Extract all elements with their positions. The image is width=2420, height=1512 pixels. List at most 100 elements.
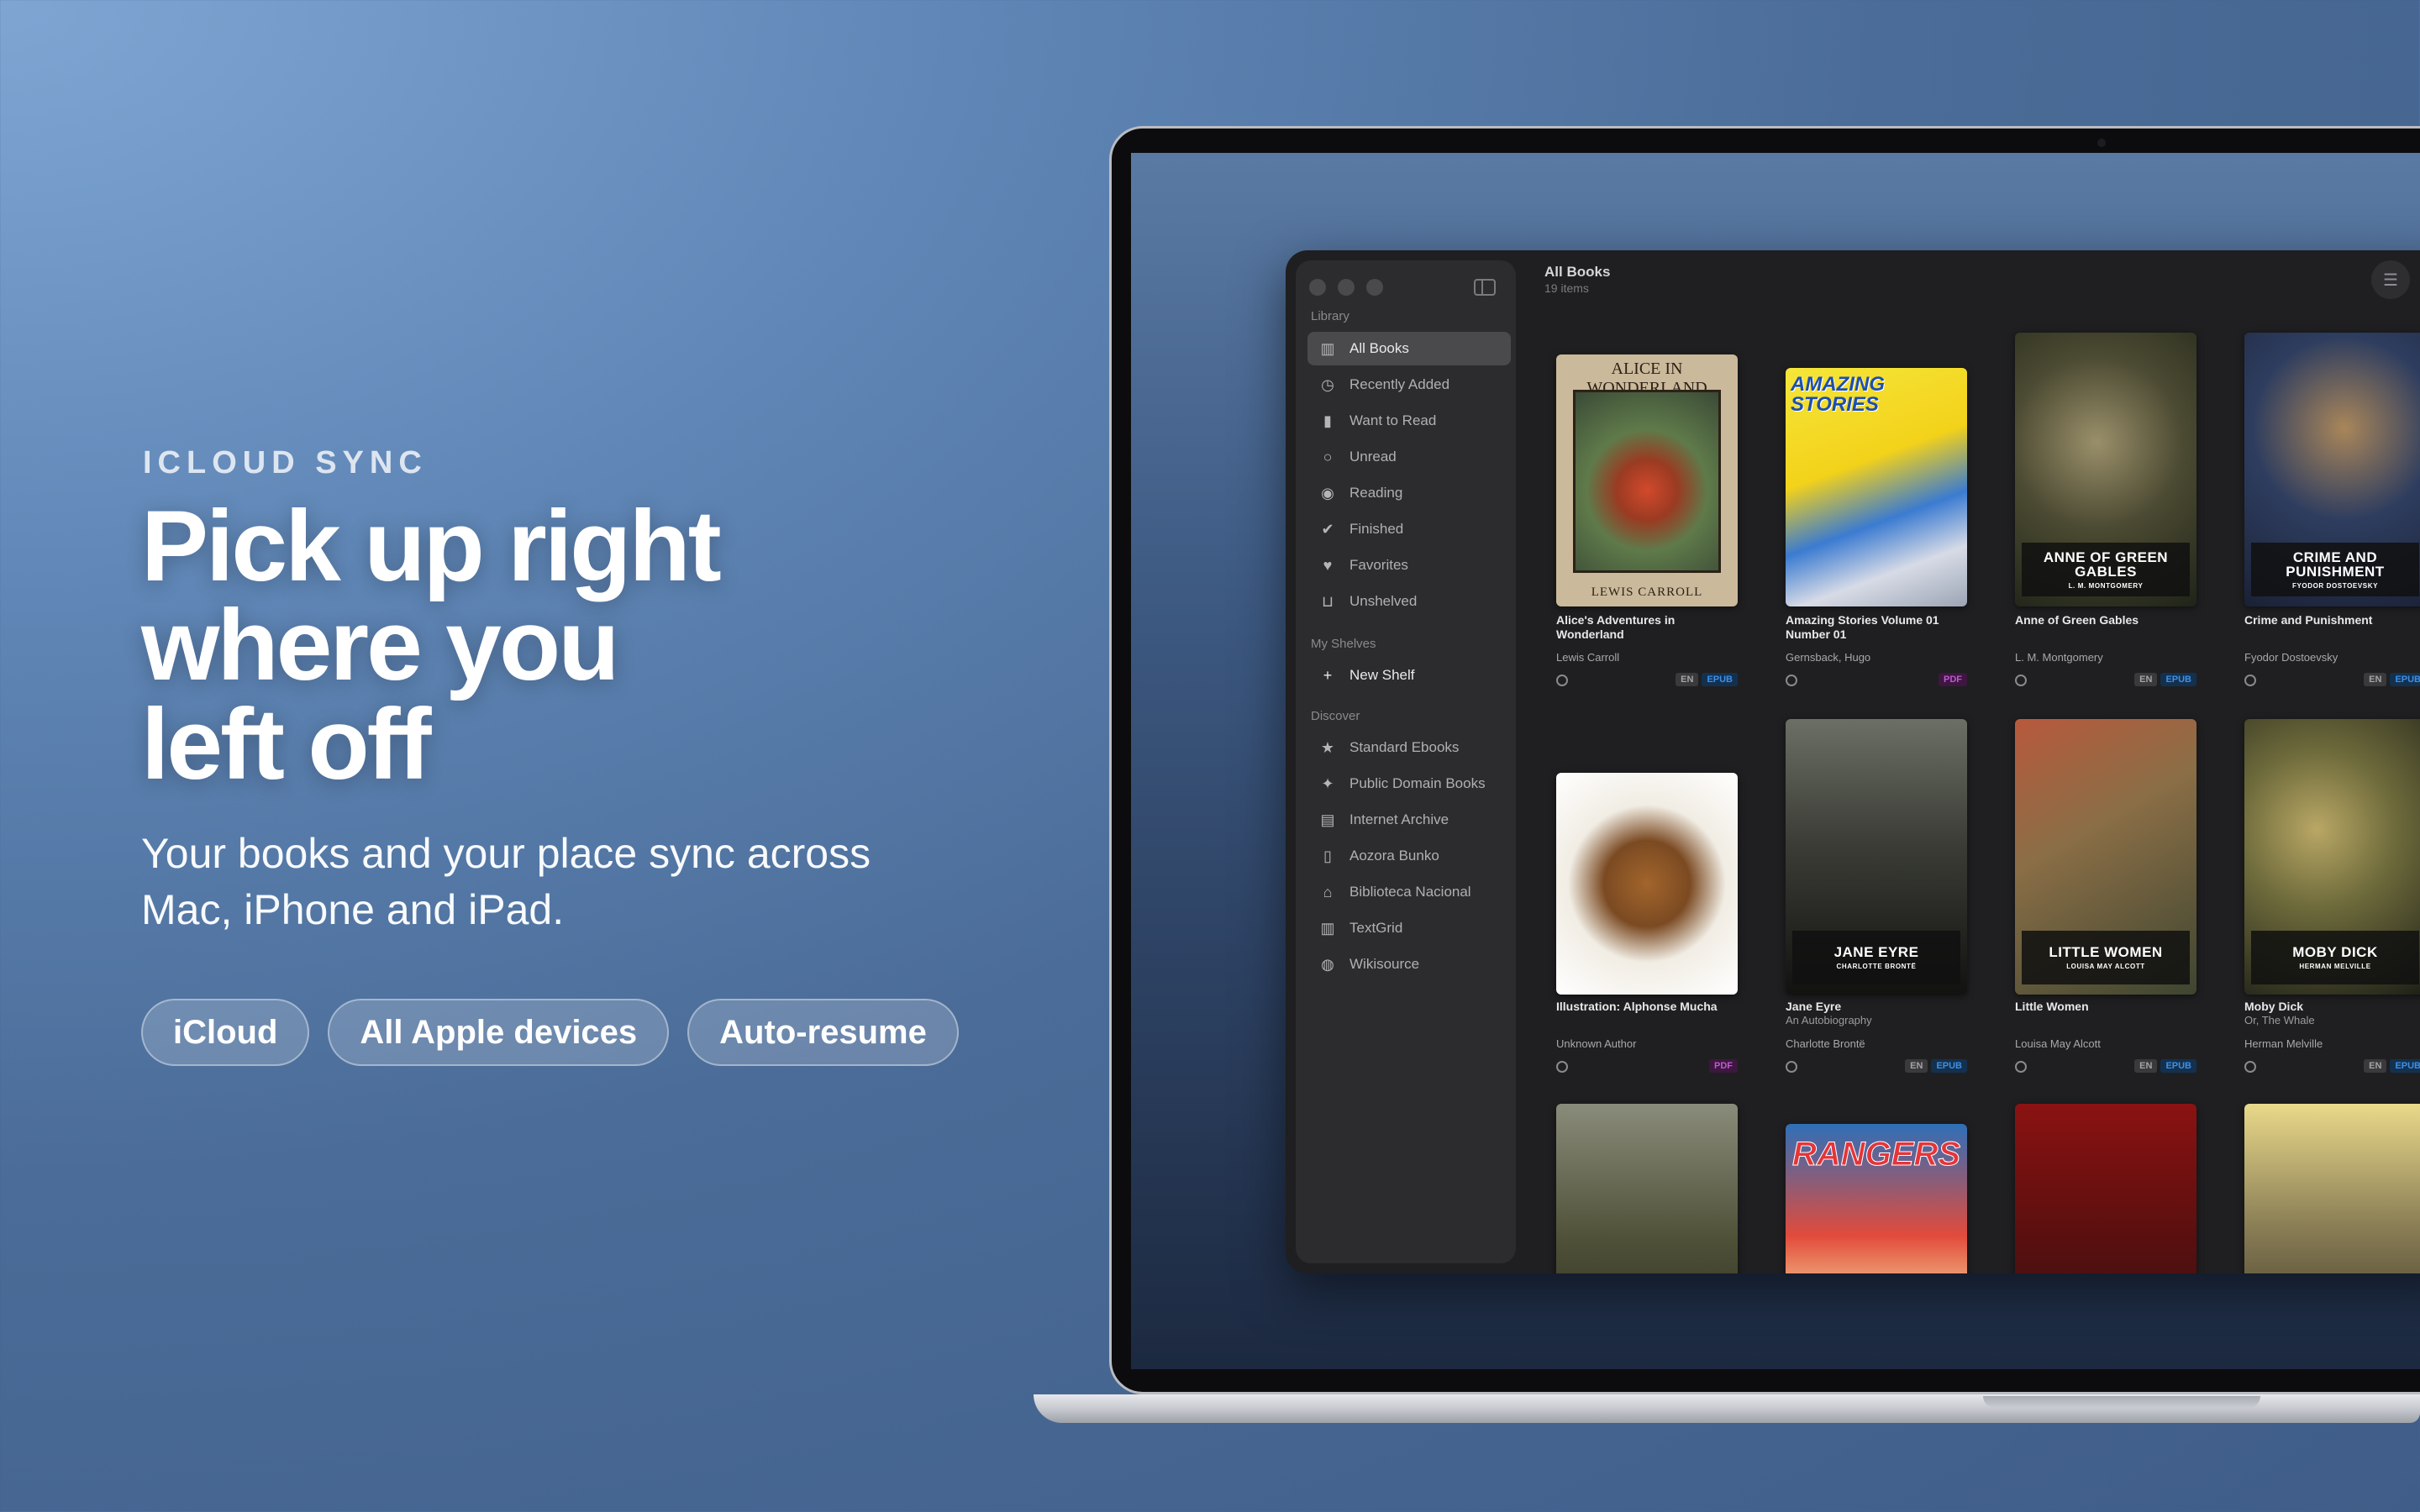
cover-art (2244, 1104, 2420, 1273)
unread-status-icon[interactable] (1786, 1061, 1797, 1073)
format-badges: PDF (1709, 1059, 1738, 1073)
badge-en: EN (2134, 673, 2158, 686)
cover-author: FYODOR DOSTOEVSKY (2291, 581, 2379, 590)
subtitle: Your books and your place sync across Ma… (141, 826, 1023, 938)
book-cover[interactable] (1556, 773, 1738, 995)
cover-author: LOUISA MAY ALCOTT (2066, 963, 2145, 970)
camera-icon (2097, 139, 2106, 147)
book-subtitle: An Autobiography (1786, 1014, 1872, 1026)
eyebrow: ICLOUD SYNC (143, 445, 428, 480)
book-title: Anne of Green Gables (2015, 613, 2139, 627)
book-grid: ALICE IN WONDERLAND LEWIS CARROLL Alice's … (1286, 250, 2420, 1273)
book-cover[interactable] (1556, 1104, 1738, 1273)
badge-en: EN (2364, 673, 2387, 686)
book-title: Illustration: Alphonse Mucha (1556, 1000, 1718, 1013)
book-cover[interactable]: AMAZING STORIES (1786, 368, 1967, 606)
badge-epub: EPUB (2160, 673, 2196, 686)
cover-author: L. M. MONTGOMERY (2068, 581, 2144, 590)
unread-status-icon[interactable] (2015, 675, 2027, 686)
badge-epub: EPUB (1931, 1059, 1967, 1073)
cover-title: LITTLE WOMEN (2049, 944, 2163, 960)
book-title: Crime and Punishment (2244, 613, 2373, 627)
cover-title: MOBY DICK (2292, 944, 2378, 960)
cover-banner: ANNE OF GREEN GABLES L. M. MONTGOMERY (2022, 543, 2190, 596)
badge-epub: EPUB (2390, 673, 2420, 686)
badge-pdf: PDF (1709, 1059, 1738, 1073)
badge-en: EN (2364, 1059, 2387, 1073)
badge-pdf: PDF (1939, 673, 1967, 686)
badge-en: EN (1905, 1059, 1928, 1073)
book-cover[interactable]: CRIME AND PUNISHMENT FYODOR DOSTOEVSKY (2244, 333, 2420, 606)
cover-title: AMAZING STORIES (1791, 373, 1885, 416)
pill-all-apple-devices: All Apple devices (328, 999, 670, 1066)
book-cover[interactable]: RANGERS (1786, 1124, 1967, 1273)
book-author: Unknown Author (1556, 1037, 1637, 1050)
feature-pills: iCloud All Apple devices Auto-resume (141, 999, 1023, 1066)
book-cover[interactable]: LITTLE WOMEN LOUISA MAY ALCOTT (2015, 719, 2196, 995)
book-subtitle: Or, The Whale (2244, 1014, 2315, 1026)
book-author: L. M. Montgomery (2015, 651, 2103, 664)
unread-status-icon[interactable] (1556, 675, 1568, 686)
laptop-notch (1983, 1396, 2260, 1408)
format-badges: PDF (1939, 673, 1967, 686)
format-badges: EN EPUB (2364, 673, 2420, 686)
cover-title: CRIME AND PUNISHMENT (2286, 549, 2385, 580)
app-window: Library ▥ All Books ◷ Recently Added ▮ W… (1286, 250, 2420, 1273)
pill-auto-resume: Auto-resume (687, 999, 959, 1066)
cover-author: LEWIS CARROLL (1591, 585, 1703, 599)
book-cover[interactable]: MOBY DICK HERMAN MELVILLE (2244, 719, 2420, 995)
book-cover[interactable] (2244, 1104, 2420, 1273)
format-badges: EN EPUB (2364, 1059, 2420, 1073)
badge-epub: EPUB (2160, 1059, 2196, 1073)
badge-en: EN (2134, 1059, 2158, 1073)
headline-line: left off (141, 688, 432, 801)
cover-art (2015, 1104, 2196, 1273)
cover-author: HERMAN MELVILLE (2299, 963, 2371, 970)
book-author: Lewis Carroll (1556, 651, 1620, 664)
headline-line: Pick up right (141, 490, 722, 602)
headline-line: where you (141, 589, 620, 701)
book-title: Little Women (2015, 1000, 2089, 1013)
unread-status-icon[interactable] (2244, 1061, 2256, 1073)
book-cover[interactable]: JANE EYRE CHARLOTTE BRONTË (1786, 719, 1967, 995)
book-cover[interactable]: ANNE OF GREEN GABLES L. M. MONTGOMERY (2015, 333, 2196, 606)
book-title: Alice's Adventures in Wonderland (1556, 613, 1676, 641)
format-badges: EN EPUB (2134, 673, 2196, 686)
book-cover[interactable] (2015, 1104, 2196, 1273)
book-author: Herman Melville (2244, 1037, 2323, 1050)
pill-icloud: iCloud (141, 999, 310, 1066)
book-cover[interactable]: ALICE IN WONDERLAND LEWIS CARROLL (1556, 354, 1738, 606)
subtitle-line: Mac, iPhone and iPad. (141, 886, 565, 933)
book-author: Louisa May Alcott (2015, 1037, 2101, 1050)
unread-status-icon[interactable] (2015, 1061, 2027, 1073)
headline: Pick up right where you left off (141, 490, 1023, 801)
unread-status-icon[interactable] (2244, 675, 2256, 686)
unread-status-icon[interactable] (1556, 1061, 1568, 1073)
cover-banner: CRIME AND PUNISHMENT FYODOR DOSTOEVSKY (2251, 543, 2419, 596)
book-author: Charlotte Brontë (1786, 1037, 1865, 1050)
book-title: Amazing Stories Volume 01 Number 01 (1786, 613, 1939, 641)
cover-art (1556, 773, 1738, 995)
cover-art (1556, 1104, 1738, 1273)
cover-title: ANNE OF GREEN GABLES (2043, 549, 2169, 580)
cover-illustration (1573, 390, 1721, 573)
book-title: Moby Dick (2244, 1000, 2304, 1013)
cover-banner: JANE EYRE CHARLOTTE BRONTË (1792, 931, 1960, 984)
badge-en: EN (1676, 673, 1699, 686)
format-badges: EN EPUB (1905, 1059, 1967, 1073)
cover-author: CHARLOTTE BRONTË (1836, 963, 1917, 970)
book-author: Fyodor Dostoevsky (2244, 651, 2338, 664)
format-badges: EN EPUB (2134, 1059, 2196, 1073)
book-author: Gernsback, Hugo (1786, 651, 1871, 664)
unread-status-icon[interactable] (1786, 675, 1797, 686)
cover-title: JANE EYRE (1833, 944, 1919, 960)
subtitle-line: Your books and your place sync across (141, 830, 871, 877)
cover-banner: MOBY DICK HERMAN MELVILLE (2251, 931, 2419, 984)
cover-title: RANGERS (1791, 1136, 1961, 1173)
badge-epub: EPUB (2390, 1059, 2420, 1073)
hero-section: ICLOUD SYNC Pick up right where you left… (141, 445, 1023, 1066)
format-badges: EN EPUB (1676, 673, 1738, 686)
cover-banner: LITTLE WOMEN LOUISA MAY ALCOTT (2022, 931, 2190, 984)
badge-epub: EPUB (1702, 673, 1738, 686)
book-title: Jane Eyre (1786, 1000, 1842, 1013)
